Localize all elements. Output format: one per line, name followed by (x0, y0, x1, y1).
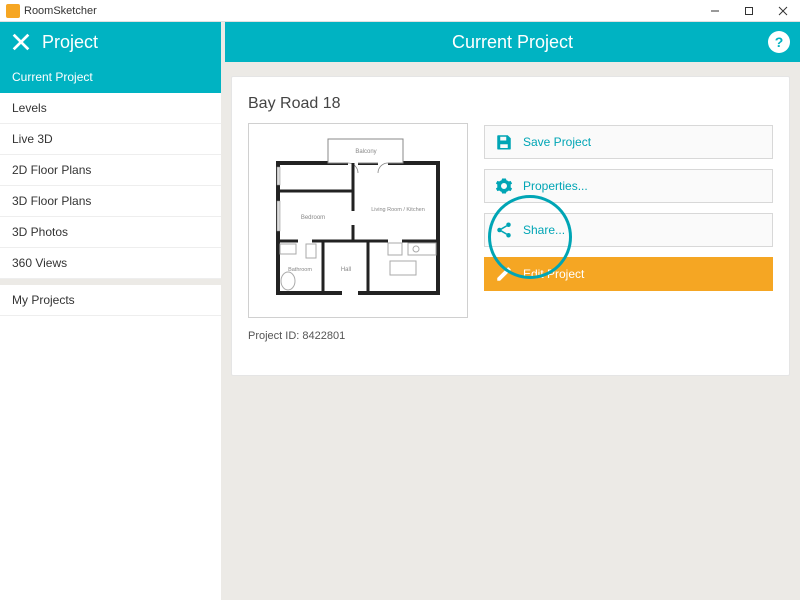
sidebar-item-live-3d[interactable]: Live 3D (0, 124, 221, 155)
sidebar-title: Project (42, 32, 98, 53)
sidebar-item-levels[interactable]: Levels (0, 93, 221, 124)
svg-text:Hall: Hall (341, 267, 351, 273)
share-icon (495, 221, 513, 239)
actions-column: Save Project Properties... (484, 125, 773, 291)
maximize-icon (744, 6, 754, 16)
floorplan-thumbnail[interactable]: Balcony (248, 123, 468, 318)
app-icon (6, 4, 20, 18)
save-project-button[interactable]: Save Project (484, 125, 773, 159)
sidebar: Project Current Project Levels Live 3D 2… (0, 22, 225, 600)
action-label: Save Project (523, 135, 591, 149)
pencil-icon (495, 265, 513, 283)
page-title: Current Project (239, 32, 786, 53)
sidebar-item-360-views[interactable]: 360 Views (0, 248, 221, 279)
help-button[interactable]: ? (768, 31, 790, 53)
sidebar-item-3d-photos[interactable]: 3D Photos (0, 217, 221, 248)
project-id-label: Project ID: 8422801 (248, 330, 468, 342)
gear-icon (495, 177, 513, 195)
svg-text:Bedroom: Bedroom (301, 215, 325, 221)
sidebar-item-current-project[interactable]: Current Project (0, 62, 221, 93)
save-icon (495, 133, 513, 151)
app-title: RoomSketcher (24, 5, 97, 17)
sidebar-item-label: 2D Floor Plans (12, 163, 91, 177)
svg-text:Balcony: Balcony (355, 149, 376, 155)
action-label: Properties... (523, 179, 588, 193)
floorplan-icon: Balcony (258, 131, 458, 311)
svg-text:Living Room / Kitchen: Living Room / Kitchen (371, 207, 425, 213)
action-label: Share... (523, 223, 565, 237)
sidebar-list: Current Project Levels Live 3D 2D Floor … (0, 62, 221, 600)
sidebar-item-2d-floor-plans[interactable]: 2D Floor Plans (0, 155, 221, 186)
project-card: Bay Road 18 Balcony (231, 76, 790, 376)
window-maximize-button[interactable] (732, 0, 766, 22)
sidebar-item-label: 3D Floor Plans (12, 194, 91, 208)
window-titlebar: RoomSketcher (0, 0, 800, 22)
window-close-button[interactable] (766, 0, 800, 22)
sidebar-item-label: Current Project (12, 70, 93, 84)
content: Bay Road 18 Balcony (225, 62, 800, 600)
project-title: Bay Road 18 (248, 95, 773, 113)
svg-text:Bathroom: Bathroom (288, 267, 312, 273)
minimize-icon (710, 6, 720, 16)
sidebar-item-label: Levels (12, 101, 47, 115)
sidebar-item-label: Live 3D (12, 132, 53, 146)
main-area: Current Project ? Bay Road 18 (225, 22, 800, 600)
sidebar-item-label: 360 Views (12, 256, 67, 270)
floorplan-column: Balcony (248, 123, 468, 342)
share-button[interactable]: Share... (484, 213, 773, 247)
sidebar-close-icon[interactable] (10, 31, 32, 53)
sidebar-item-3d-floor-plans[interactable]: 3D Floor Plans (0, 186, 221, 217)
window-minimize-button[interactable] (698, 0, 732, 22)
sidebar-header: Project (0, 22, 225, 62)
sidebar-item-label: 3D Photos (12, 225, 68, 239)
help-icon: ? (775, 34, 784, 50)
sidebar-item-my-projects[interactable]: My Projects (0, 285, 221, 316)
close-icon (778, 6, 788, 16)
edit-project-button[interactable]: Edit Project (484, 257, 773, 291)
sidebar-item-label: My Projects (12, 293, 75, 307)
properties-button[interactable]: Properties... (484, 169, 773, 203)
action-label: Edit Project (523, 267, 584, 281)
main-header: Current Project ? (225, 22, 800, 62)
